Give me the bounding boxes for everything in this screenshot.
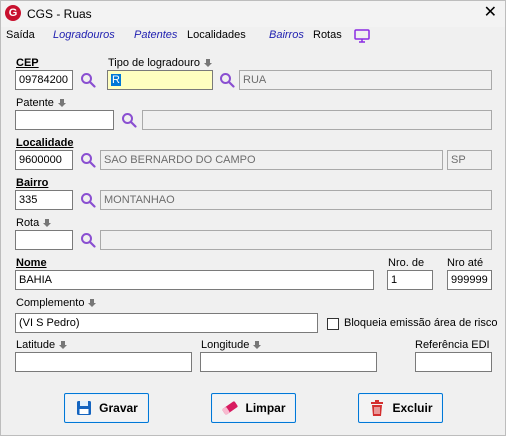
menu-bar: Saída Logradouros Patentes Localidades B… (1, 27, 505, 47)
localidade-label-text: Localidade (16, 137, 74, 149)
title-bar: G CGS - Ruas ✕ (1, 1, 505, 27)
latitude-label-text: Latitude (16, 339, 56, 351)
limpar-button-label: Limpar (245, 401, 286, 415)
localidade-label: Localidade (16, 137, 73, 149)
ruas-window: G CGS - Ruas ✕ Saída Logradouros Patente… (0, 0, 506, 436)
close-icon[interactable]: ✕ (484, 4, 497, 22)
tipo-logradouro-code-value: R (111, 74, 121, 86)
patente-label: Patente (16, 97, 66, 109)
nome-label: Nome (16, 257, 47, 269)
complemento-input[interactable]: (VI S Pedro) (15, 313, 318, 333)
bairro-description-field: MONTANHAO (100, 190, 492, 210)
cep-label: CEP (16, 57, 39, 69)
complemento-label: Complemento (16, 297, 97, 309)
nro-ate-input[interactable]: 999999 (447, 270, 492, 290)
hint-arrow-icon (253, 341, 262, 349)
gravar-button[interactable]: Gravar (64, 393, 149, 423)
complemento-label-text: Complemento (16, 297, 85, 309)
nro-ate-label-text: Nro até (447, 257, 484, 269)
floppy-disk-icon (77, 401, 92, 415)
menu-item-bairros[interactable]: Bairros (269, 29, 304, 41)
menu-item-rotas[interactable]: Rotas (313, 29, 342, 41)
hint-arrow-icon (203, 59, 212, 67)
limpar-button[interactable]: Limpar (211, 393, 296, 423)
nro-ate-label: Nro até (447, 257, 483, 269)
bairro-label: Bairro (16, 177, 48, 189)
nome-label-text: Nome (16, 257, 47, 269)
rota-label-text: Rota (16, 217, 40, 229)
tipo-logradouro-label-text: Tipo de logradouro (108, 57, 200, 69)
monitor-icon[interactable] (354, 29, 370, 43)
tipo-logradouro-search-icon[interactable] (219, 72, 235, 88)
longitude-label: Longitude (201, 339, 262, 351)
nro-de-label-text: Nro. de (388, 257, 425, 269)
referencia-edi-label-text: Referência EDI (415, 339, 490, 351)
patente-label-text: Patente (16, 97, 54, 109)
latitude-input[interactable] (15, 352, 192, 372)
hint-arrow-icon (43, 219, 52, 227)
menu-item-patentes[interactable]: Patentes (134, 29, 177, 41)
menu-item-localidades[interactable]: Localidades (187, 29, 246, 41)
hint-arrow-icon (59, 341, 68, 349)
menu-item-saida[interactable]: Saída (6, 29, 35, 41)
menu-item-logradouros[interactable]: Logradouros (53, 29, 115, 41)
rota-search-icon[interactable] (80, 232, 96, 248)
nro-de-label: Nro. de (388, 257, 424, 269)
hint-arrow-icon (88, 299, 97, 307)
rota-description-field (100, 230, 492, 250)
bairro-code-input[interactable]: 335 (15, 190, 73, 210)
longitude-label-text: Longitude (201, 339, 250, 351)
cep-input[interactable]: 09784200 (15, 70, 73, 90)
cep-search-icon[interactable] (80, 72, 96, 88)
patente-search-icon[interactable] (121, 112, 137, 128)
referencia-edi-label: Referência EDI (415, 339, 490, 351)
rota-label: Rota (16, 217, 52, 229)
longitude-input[interactable] (200, 352, 377, 372)
excluir-button-label: Excluir (392, 401, 433, 415)
eraser-icon (222, 401, 239, 415)
patente-description-field (142, 110, 492, 130)
tipo-logradouro-code-input[interactable]: R (107, 70, 213, 90)
bairro-search-icon[interactable] (80, 192, 96, 208)
rota-code-input[interactable] (15, 230, 73, 250)
patente-code-input[interactable] (15, 110, 114, 130)
tipo-logradouro-label: Tipo de logradouro (108, 57, 212, 69)
bairro-label-text: Bairro (16, 177, 49, 189)
localidade-search-icon[interactable] (80, 152, 96, 168)
hint-arrow-icon (57, 99, 66, 107)
gravar-button-label: Gravar (99, 401, 138, 415)
nome-input[interactable]: BAHIA (15, 270, 374, 290)
referencia-edi-input[interactable] (415, 352, 492, 372)
app-logo: G (5, 5, 21, 21)
trash-icon (371, 400, 384, 416)
bloqueia-area-risco-label: Bloqueia emissão área de risco (344, 317, 498, 329)
tipo-logradouro-description-field: RUA (239, 70, 492, 90)
localidade-uf-field: SP (447, 150, 492, 170)
latitude-label: Latitude (16, 339, 68, 351)
bloqueia-area-risco-checkbox[interactable] (327, 318, 339, 330)
cep-label-text: CEP (16, 57, 39, 69)
nro-de-input[interactable]: 1 (387, 270, 433, 290)
localidade-description-field: SAO BERNARDO DO CAMPO (100, 150, 443, 170)
excluir-button[interactable]: Excluir (358, 393, 443, 423)
window-title: CGS - Ruas (27, 7, 92, 21)
localidade-code-input[interactable]: 9600000 (15, 150, 73, 170)
